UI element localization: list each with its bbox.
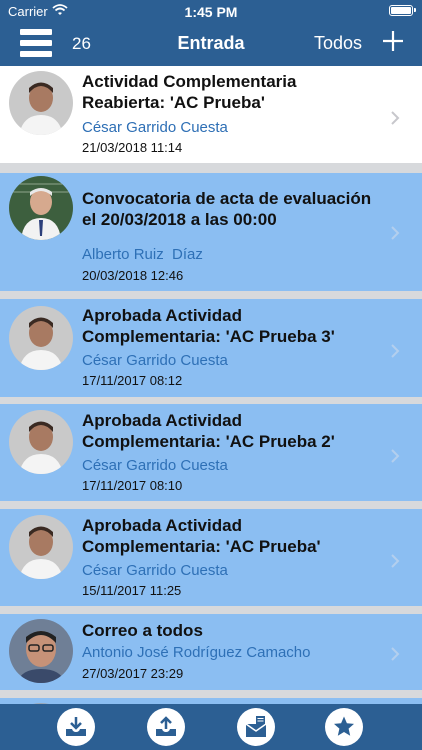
status-time: 1:45 PM [184,4,238,20]
upload-icon [156,716,176,736]
message-list: Actividad Complementaria Reabierta: 'AC … [0,66,422,704]
message-count: 26 [72,34,91,53]
message-sender: Antonio José Rodríguez Camacho [82,644,311,661]
message-sender: César Garrido Cuesta [82,352,228,369]
message-date: 17/11/2017 08:12 [82,373,183,388]
message-subject: Aprobada Actividad Complementaria: 'AC P… [82,306,335,346]
message-row[interactable]: Correo a todos Antonio José Rodríguez Ca… [0,614,422,690]
message-subject: Aprobada Actividad Complementaria: 'AC P… [82,516,321,556]
message-date: 15/11/2017 11:25 [82,583,182,598]
upload-button[interactable] [147,708,185,746]
message-subject: Convocatoria de acta de evaluación el 20… [82,189,372,229]
chevron-right-icon [391,554,400,568]
mail-icon [245,716,267,737]
message-row[interactable]: Convocatoria de acta de evaluación el 20… [0,173,422,291]
inbox-download-icon [66,717,86,736]
inbox-download-button[interactable] [57,708,95,746]
message-date: 21/03/2018 11:14 [82,140,183,155]
sender-avatar [9,515,73,579]
chevron-right-icon [391,226,400,240]
message-date: 27/03/2017 23:29 [82,666,184,681]
chevron-right-icon [391,111,400,125]
favorites-button[interactable] [325,708,363,746]
message-row[interactable]: Aprobada Actividad Complementaria: 'AC P… [0,299,422,397]
sender-avatar [9,306,73,370]
sender-avatar [9,176,73,240]
message-sender: César Garrido Cuesta [82,562,228,579]
star-icon [334,716,354,736]
mail-button[interactable] [237,708,275,746]
tab-bar [0,704,422,750]
filter-button[interactable]: Todos [314,33,362,54]
chevron-right-icon [391,647,400,661]
message-sender: César Garrido Cuesta [82,457,228,474]
status-bar: Carrier 1:45 PM [0,0,422,22]
chevron-right-icon [391,344,400,358]
sender-avatar [9,410,73,474]
message-date: 17/11/2017 08:10 [82,478,183,493]
message-sender: César Garrido Cuesta [82,119,228,136]
message-row[interactable]: Aprobada Actividad Complementaria: 'AC P… [0,404,422,501]
add-icon[interactable] [382,30,404,52]
message-row[interactable]: Actividad Complementaria Reabierta: 'AC … [0,66,422,163]
message-subject: Correo a todos [82,621,203,640]
message-sender: Alberto Ruiz Díaz [82,246,203,263]
nav-bar: 26 Entrada Todos [0,22,422,66]
message-row[interactable]: Aprobada Actividad Complementaria: 'AC P… [0,509,422,606]
message-subject: Actividad Complementaria Reabierta: 'AC … [82,72,297,112]
menu-icon[interactable] [20,27,52,59]
sender-avatar [9,71,73,135]
sender-avatar [9,619,73,683]
message-subject: Aprobada Actividad Complementaria: 'AC P… [82,411,335,451]
battery-icon [389,5,416,16]
chevron-right-icon [391,449,400,463]
message-date: 20/03/2018 12:46 [82,268,184,283]
